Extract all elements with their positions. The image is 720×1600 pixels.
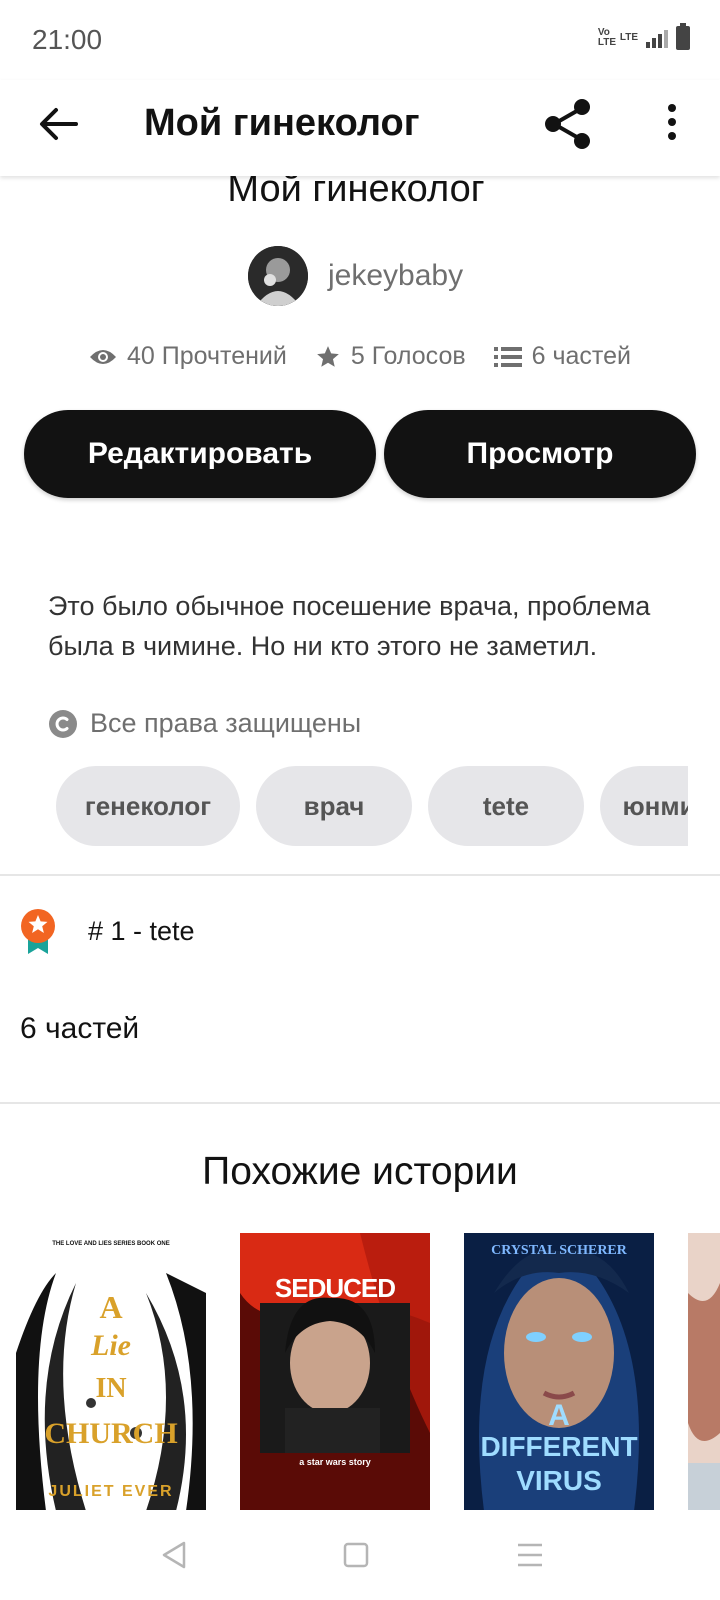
tag-chip[interactable]: врач <box>256 766 412 846</box>
rank-text: # 1 - tete <box>88 915 195 946</box>
divider <box>0 1102 720 1104</box>
list-icon <box>493 346 522 367</box>
status-time: 21:00 <box>32 24 103 55</box>
more-vertical-icon[interactable] <box>652 98 692 150</box>
nav-menu-icon[interactable] <box>516 1540 544 1575</box>
divider <box>0 874 720 876</box>
status-bar: 21:00 Vo LTE LTE <box>0 0 720 80</box>
reads-count: 40 Прочтений <box>127 342 287 370</box>
author-row[interactable]: jekeybaby <box>248 246 463 306</box>
cover-title: A <box>99 1289 123 1325</box>
cover-subtitle: a star wars story <box>299 1457 371 1467</box>
cover-title: IN <box>95 1373 127 1404</box>
navigation-bar <box>0 1510 720 1600</box>
tag-chip[interactable]: юнмины <box>600 766 688 846</box>
avatar[interactable] <box>248 246 308 306</box>
signal-icon <box>646 28 668 48</box>
tags-list: генеколог врач tete юнмины <box>56 766 688 846</box>
story-description: Это было обычное посешение врача, пробле… <box>48 591 651 661</box>
tag-chip[interactable]: генеколог <box>56 766 240 846</box>
battery-icon <box>676 23 690 50</box>
cover-title: SEDUCED <box>274 1273 396 1303</box>
cover-title: A <box>548 1399 570 1432</box>
reads-stat: 40 Прочтений <box>89 342 287 371</box>
star-icon <box>317 345 339 367</box>
story-cover[interactable]: THE LOVE AND LIES SERIES BOOK ONE A Lie … <box>16 1233 206 1511</box>
eye-icon <box>90 349 117 364</box>
copyright-icon <box>49 709 77 738</box>
back-arrow-icon[interactable] <box>36 102 80 146</box>
app-bar: Мой гинеколог <box>0 80 720 176</box>
status-icons: Vo LTE LTE <box>597 23 690 50</box>
cover-author: CRYSTAL SCHERER <box>491 1243 627 1258</box>
author-name[interactable]: jekeybaby <box>328 259 463 293</box>
similar-stories-carousel: THE LOVE AND LIES SERIES BOOK ONE A Lie … <box>16 1233 720 1511</box>
edit-button[interactable]: Редактировать <box>24 410 376 498</box>
story-cover[interactable]: CRYSTAL SCHERER A DIFFERENT VIRUS <box>464 1233 654 1511</box>
story-stats: 40 Прочтений 5 Голосов 6 частей <box>0 342 720 371</box>
votes-stat: 5 Голосов <box>315 342 466 371</box>
cover-title: Lie <box>91 1329 131 1362</box>
votes-count: 5 Голосов <box>350 342 466 370</box>
story-cover[interactable]: SEDUCED a star wars story <box>240 1233 430 1511</box>
tag-chip[interactable]: tete <box>428 766 584 846</box>
similar-stories-title: Похожие истории <box>202 1150 518 1193</box>
story-cover[interactable] <box>688 1233 720 1511</box>
parts-count-stat: 6 частей <box>531 342 631 370</box>
cover-title: DIFFERENT <box>480 1431 638 1462</box>
parts-count[interactable]: 6 частей <box>20 1012 139 1046</box>
nav-home-icon[interactable] <box>342 1540 370 1575</box>
cover-title: VIRUS <box>516 1465 602 1496</box>
lte-indicator: LTE <box>619 32 638 43</box>
cover-title: CHURCH <box>44 1417 178 1450</box>
copyright-row: Все права защищены <box>48 708 361 739</box>
cover-top-text: THE LOVE AND LIES SERIES BOOK ONE <box>52 1241 170 1247</box>
share-icon[interactable] <box>540 96 596 152</box>
cover-author: JULIET EVER <box>48 1483 174 1500</box>
copyright-text: Все права защищены <box>90 708 362 738</box>
rank-row[interactable]: # 1 - tete <box>20 908 195 954</box>
parts-stat: 6 частей <box>493 342 631 371</box>
app-bar-title: Мой гинеколог <box>144 102 420 144</box>
volte-indicator: Vo LTE <box>597 27 616 48</box>
nav-back-icon[interactable] <box>160 1540 188 1575</box>
ranking-badge-icon <box>21 909 55 954</box>
view-button[interactable]: Просмотр <box>384 410 696 498</box>
